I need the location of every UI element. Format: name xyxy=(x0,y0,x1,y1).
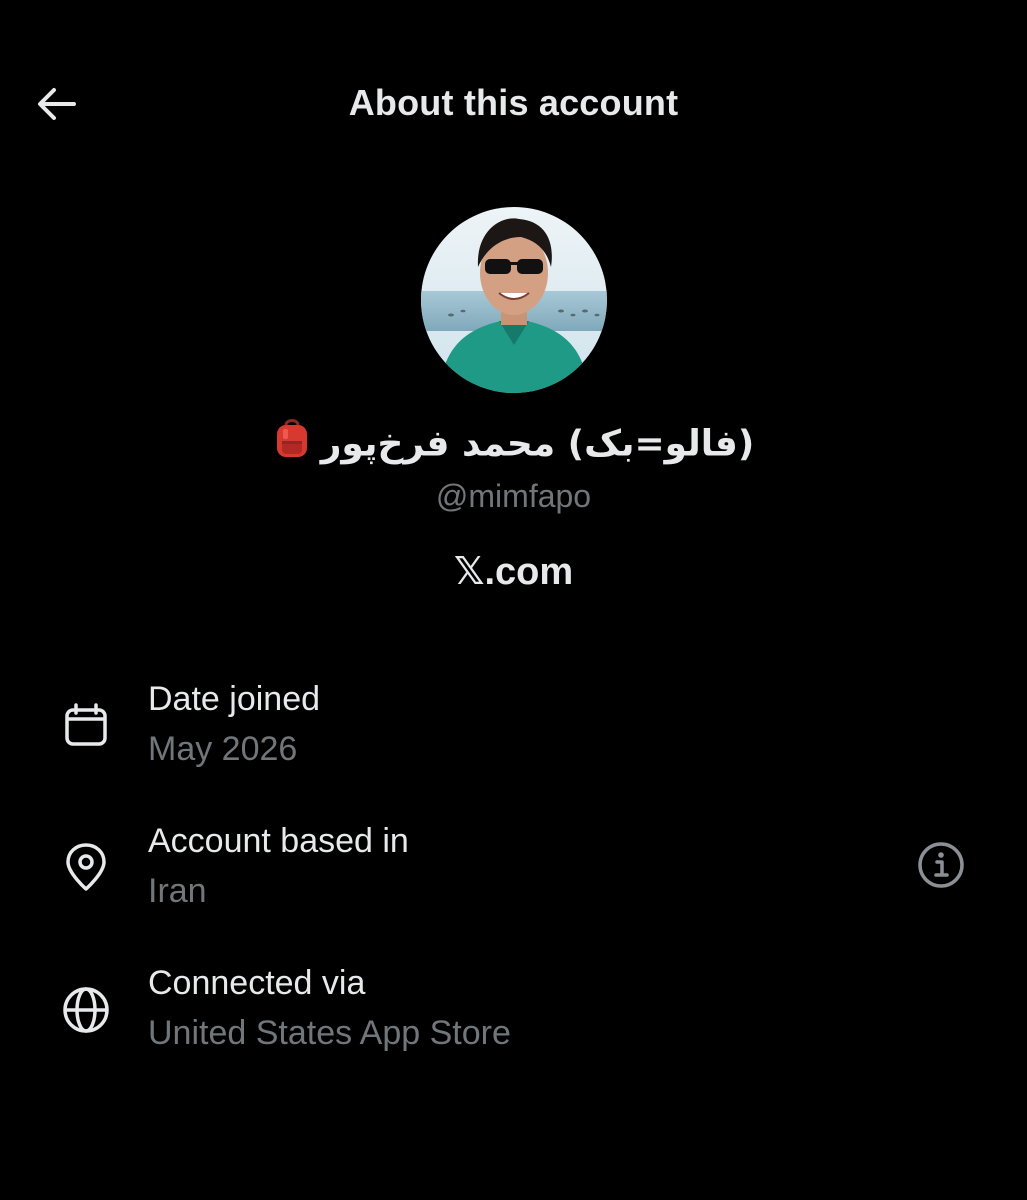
date-joined-label: Date joined xyxy=(148,680,321,718)
connected-via-value: United States App Store xyxy=(148,1014,511,1052)
location-pin-icon xyxy=(66,843,106,891)
account-location-row: Account based in Iran xyxy=(0,822,1027,932)
username-handle: @mimfapo xyxy=(435,478,592,514)
display-name: (فالو=بک) محمد فرخ‌پور xyxy=(0,417,1027,471)
account-location-label: Account based in xyxy=(148,822,409,860)
calendar-icon xyxy=(65,703,107,746)
connected-via-label: Connected via xyxy=(148,964,366,1002)
account-location-value: Iran xyxy=(148,872,207,910)
globe-icon xyxy=(63,987,109,1033)
display-name-text: (فالو=بک) محمد فرخ‌پور xyxy=(320,423,755,465)
avatar[interactable] xyxy=(421,207,607,393)
backpack-icon xyxy=(273,417,311,468)
info-icon[interactable] xyxy=(914,838,968,892)
connected-via-row: Connected via United States App Store xyxy=(0,964,1027,1074)
website-link[interactable]: 𝕏.com xyxy=(0,549,1027,594)
top-bar: About this account xyxy=(0,70,1027,138)
date-joined-value: May 2026 xyxy=(148,730,298,768)
profile-photo xyxy=(421,207,607,393)
page-title: About this account xyxy=(348,82,679,123)
date-joined-row: Date joined May 2026 xyxy=(0,680,1027,790)
